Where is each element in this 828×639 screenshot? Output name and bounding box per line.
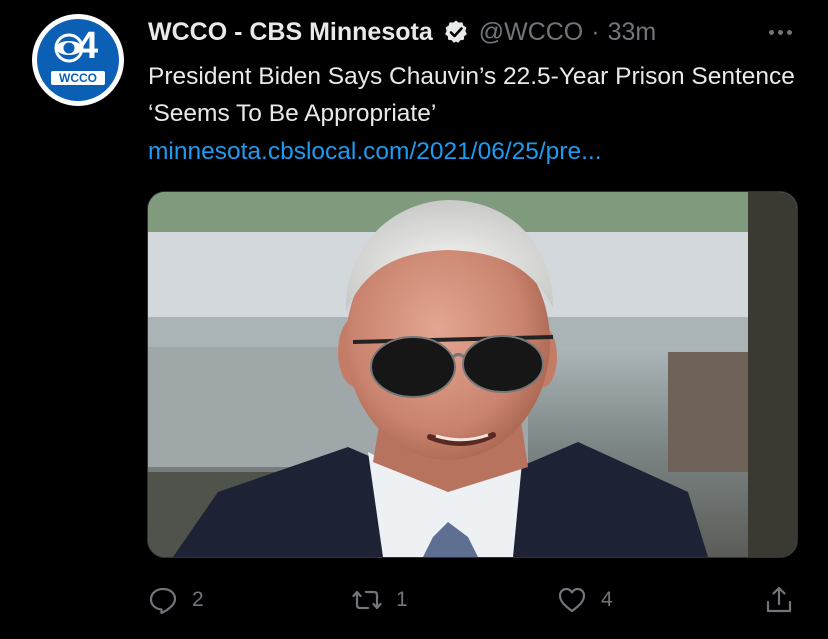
more-options-icon[interactable] xyxy=(764,18,796,46)
tweet-image[interactable] xyxy=(147,191,798,558)
retweet-button[interactable]: 1 xyxy=(352,578,408,622)
reply-count: 2 xyxy=(192,588,204,611)
action-bar: 2 1 4 xyxy=(0,578,828,622)
avatar-logo: 4 WCCO xyxy=(37,19,119,101)
call-sign: WCCO xyxy=(51,71,105,85)
retweet-count: 1 xyxy=(396,588,408,611)
display-name[interactable]: WCCO - CBS Minnesota xyxy=(148,18,433,47)
like-count: 4 xyxy=(601,588,613,611)
more-dot xyxy=(786,29,792,35)
tweet-header: WCCO - CBS Minnesota @WCCO · 33m xyxy=(148,14,656,50)
tweet-link[interactable]: minnesota.cbslocal.com/2021/06/25/pre... xyxy=(148,133,602,170)
like-button[interactable]: 4 xyxy=(557,578,613,622)
more-dot xyxy=(777,29,783,35)
channel-number: 4 xyxy=(77,25,99,67)
tweet-text: President Biden Says Chauvin’s 22.5-Year… xyxy=(148,63,795,127)
verified-badge-icon xyxy=(444,20,467,43)
photo-illustration xyxy=(148,192,797,557)
heart-icon xyxy=(558,587,586,613)
retweet-icon xyxy=(352,590,382,610)
reply-icon xyxy=(149,587,177,615)
avatar[interactable]: 4 WCCO xyxy=(32,14,124,106)
more-dot xyxy=(768,29,774,35)
share-icon xyxy=(766,586,792,613)
reply-button[interactable]: 2 xyxy=(148,578,204,622)
timestamp[interactable]: 33m xyxy=(608,18,657,47)
tweet[interactable]: 4 WCCO WCCO - CBS Minnesota @WCCO · 33m … xyxy=(0,0,828,639)
share-button[interactable] xyxy=(764,578,794,622)
handle[interactable]: @WCCO xyxy=(479,18,584,47)
separator-dot: · xyxy=(591,17,600,46)
